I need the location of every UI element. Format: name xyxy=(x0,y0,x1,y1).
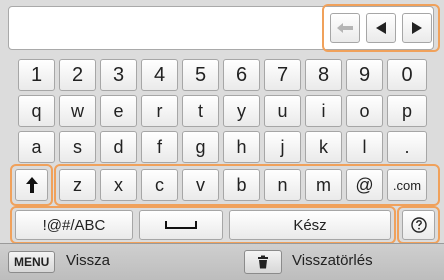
space-key[interactable] xyxy=(139,210,223,240)
key-q[interactable]: q xyxy=(18,95,55,127)
key-dotcom[interactable]: .com xyxy=(387,169,427,201)
done-key[interactable]: Kész xyxy=(229,210,391,240)
cursor-right-key[interactable] xyxy=(402,13,432,43)
key-z[interactable]: z xyxy=(59,169,96,201)
key-e[interactable]: e xyxy=(100,95,137,127)
key-0[interactable]: 0 xyxy=(387,59,427,91)
cursor-left-key[interactable] xyxy=(366,13,396,43)
key-r[interactable]: r xyxy=(141,95,178,127)
key-c[interactable]: c xyxy=(141,169,178,201)
back-label: Vissza xyxy=(66,252,110,269)
key-w[interactable]: w xyxy=(59,95,96,127)
key-y[interactable]: y xyxy=(223,95,260,127)
key-1[interactable]: 1 xyxy=(18,59,55,91)
trash-icon xyxy=(258,255,268,269)
key-v[interactable]: v xyxy=(182,169,219,201)
left-arrow-icon xyxy=(376,22,386,34)
key-at[interactable]: @ xyxy=(346,169,383,201)
key-d[interactable]: d xyxy=(100,131,137,163)
key-t[interactable]: t xyxy=(182,95,219,127)
key-g[interactable]: g xyxy=(182,131,219,163)
camera-keyboard-screen: 1 2 3 4 5 6 7 8 9 0 q w e r t y u i o p … xyxy=(0,0,444,280)
right-arrow-icon xyxy=(412,22,422,34)
key-k[interactable]: k xyxy=(305,131,342,163)
key-5[interactable]: 5 xyxy=(182,59,219,91)
key-7[interactable]: 7 xyxy=(264,59,301,91)
symbol-mode-key[interactable]: !@#/ABC xyxy=(15,210,133,240)
delete-button[interactable] xyxy=(244,250,282,274)
key-f[interactable]: f xyxy=(141,131,178,163)
key-j[interactable]: j xyxy=(264,131,301,163)
key-p[interactable]: p xyxy=(387,95,427,127)
key-9[interactable]: 9 xyxy=(346,59,383,91)
key-6[interactable]: 6 xyxy=(223,59,260,91)
key-a[interactable]: a xyxy=(18,131,55,163)
key-8[interactable]: 8 xyxy=(305,59,342,91)
key-o[interactable]: o xyxy=(346,95,383,127)
key-s[interactable]: s xyxy=(59,131,96,163)
key-3[interactable]: 3 xyxy=(100,59,137,91)
key-u[interactable]: u xyxy=(264,95,301,127)
key-h[interactable]: h xyxy=(223,131,260,163)
help-icon xyxy=(410,217,427,233)
key-4[interactable]: 4 xyxy=(141,59,178,91)
up-arrow-icon xyxy=(25,177,38,193)
help-key[interactable] xyxy=(402,210,435,240)
key-2[interactable]: 2 xyxy=(59,59,96,91)
menu-button[interactable]: MENU xyxy=(8,251,56,273)
key-b[interactable]: b xyxy=(223,169,260,201)
delete-label: Visszatörlés xyxy=(292,252,373,269)
key-period[interactable]: . xyxy=(387,131,427,163)
backspace-icon xyxy=(337,23,353,33)
key-i[interactable]: i xyxy=(305,95,342,127)
key-n[interactable]: n xyxy=(264,169,301,201)
space-bar-icon xyxy=(165,221,197,229)
footer-bar: MENU Vissza Visszatörlés xyxy=(0,243,444,280)
key-l[interactable]: l xyxy=(346,131,383,163)
key-m[interactable]: m xyxy=(305,169,342,201)
backspace-key[interactable] xyxy=(330,13,360,43)
shift-key[interactable] xyxy=(15,169,48,201)
key-x[interactable]: x xyxy=(100,169,137,201)
